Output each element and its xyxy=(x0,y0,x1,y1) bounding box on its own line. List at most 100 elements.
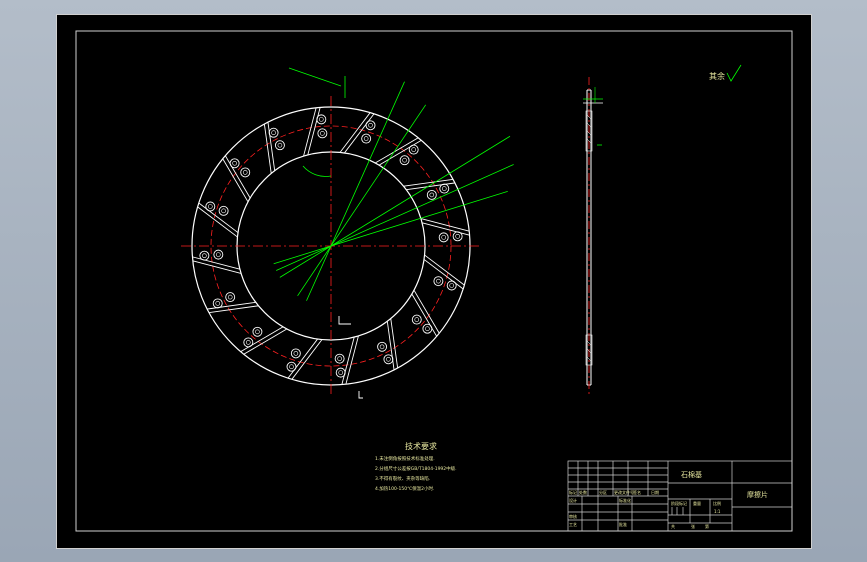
rivet-hole xyxy=(408,144,419,155)
rivet-hole-inner xyxy=(368,123,373,128)
friction-disc-front-view xyxy=(181,67,514,399)
tb-change-doc: 更改文件号 xyxy=(614,489,634,495)
rivet-hole-inner xyxy=(363,136,369,141)
rivet-hole-inner xyxy=(402,157,407,163)
rivet-hole-inner xyxy=(449,283,454,288)
rivet-hole xyxy=(218,205,229,216)
section-mark xyxy=(338,316,351,325)
tb-approve: 批准 xyxy=(619,521,627,527)
groove-line xyxy=(291,339,323,380)
rivet-hole-inner xyxy=(337,356,342,361)
rivet-hole-inner xyxy=(216,252,221,257)
rivet-hole xyxy=(268,127,279,138)
rivet-hole xyxy=(365,120,376,131)
groove-line xyxy=(243,328,288,355)
rivet-hole-inner xyxy=(379,344,385,350)
rivet-hole-inner xyxy=(436,278,441,284)
angle-dimension-arc xyxy=(302,165,332,177)
dimension-line xyxy=(276,164,514,271)
rivet-hole-inner xyxy=(242,170,248,175)
rivet-hole xyxy=(399,155,410,166)
rivet-hole-inner xyxy=(227,294,233,300)
rivet-hole xyxy=(383,354,394,365)
rivet-hole xyxy=(286,361,297,372)
rivet-hole xyxy=(240,167,251,178)
material-label: 石棉基 xyxy=(681,470,702,479)
rivet-hole-inner xyxy=(246,340,251,345)
tb-date: 日期 xyxy=(651,489,659,495)
tb-scale-value: 1:1 xyxy=(714,509,721,514)
tb-scale: 比例 xyxy=(713,500,721,506)
rivet-hole xyxy=(433,276,444,287)
tb-review: 审核 xyxy=(569,513,577,519)
groove-line xyxy=(263,124,272,174)
friction-disc-side-view xyxy=(583,77,603,395)
rivet-hole-inner xyxy=(425,326,430,331)
dimension-line xyxy=(279,135,511,278)
rivet-hole-inner xyxy=(455,234,460,239)
rivet-hole xyxy=(252,326,263,337)
groove-line xyxy=(424,254,465,286)
rivet-hole xyxy=(438,232,449,243)
tb-stage-mark: 阶段标记 xyxy=(671,500,687,506)
rivet-hole xyxy=(335,367,346,378)
tech-req-line: 3.不得有裂纹、夹杂等缺陷. xyxy=(375,475,430,482)
rivet-hole xyxy=(334,353,345,364)
groove-line xyxy=(344,113,375,154)
groove-line xyxy=(423,259,464,290)
cad-drawing: 其余 技术要求 1.未注倒角按照技术标准处理. 2.分组尺寸公差按GB/T180… xyxy=(75,30,793,532)
rivet-hole-inner xyxy=(271,130,276,136)
tb-sheets-total: 共 xyxy=(671,523,675,529)
rivet-hole-inner xyxy=(320,131,325,136)
rivet-hole-inner xyxy=(338,370,343,375)
rivet-hole-inner xyxy=(289,364,294,369)
groove-line xyxy=(339,112,371,153)
groove-line xyxy=(403,178,453,187)
dimension-line xyxy=(288,67,342,87)
rivet-hole-inner xyxy=(386,356,391,362)
rivet-hole xyxy=(411,314,422,325)
rivet-hole-inner xyxy=(202,253,207,258)
rivet-hole-inner xyxy=(215,301,221,306)
groove-line xyxy=(209,305,259,314)
tb-signature: 签名 xyxy=(633,489,641,495)
rivet-hole-inner xyxy=(441,235,446,240)
tb-sheet-no: 第 xyxy=(705,523,709,529)
rivet-hole-inner xyxy=(414,317,420,322)
tb-zone: 分区 xyxy=(599,489,607,495)
technical-requirements: 技术要求 1.未注倒角按照技术标准处理. 2.分组尺寸公差按GB/T1804-1… xyxy=(375,441,457,492)
rivet-hole xyxy=(422,323,433,334)
tb-count: 处数 xyxy=(579,489,587,495)
tb-weight: 重量 xyxy=(693,500,701,506)
rivet-hole-inner xyxy=(277,142,283,148)
rivet-hole xyxy=(212,298,223,309)
rivet-hole xyxy=(452,231,463,242)
dimension-line xyxy=(297,104,427,297)
drawing-sheet: 其余 技术要求 1.未注倒角按照技术标准处理. 2.分组尺寸公差按GB/T180… xyxy=(56,14,812,549)
rivet-hole-inner xyxy=(319,117,324,122)
groove-line xyxy=(390,318,399,368)
tb-mark: 标记 xyxy=(569,489,577,495)
rivet-hole xyxy=(229,158,240,169)
groove-line xyxy=(197,206,238,238)
groove-line xyxy=(287,338,318,379)
roughness-symbol: 其余 xyxy=(709,64,742,82)
rivet-hole xyxy=(225,292,236,303)
rivet-hole xyxy=(213,249,224,260)
rivet-hole-inner xyxy=(441,186,447,191)
tb-sheets-unit: 张 xyxy=(691,523,695,529)
rivet-hole xyxy=(243,337,254,348)
rivet-hole xyxy=(205,201,216,212)
rivet-hole xyxy=(317,128,328,139)
rivet-hole-inner xyxy=(221,208,226,214)
dimension-line xyxy=(273,190,508,265)
part-name: 摩擦片 xyxy=(747,490,768,499)
rivet-hole xyxy=(274,140,285,151)
rivet-hole xyxy=(361,133,372,144)
section-mark xyxy=(358,391,363,399)
rivet-hole xyxy=(290,348,301,359)
rivet-hole xyxy=(439,183,450,194)
groove-line xyxy=(222,158,249,203)
roughness-label: 其余 xyxy=(709,71,725,81)
tech-req-line: 4.加热100-150℃保温2小时. xyxy=(375,485,434,492)
